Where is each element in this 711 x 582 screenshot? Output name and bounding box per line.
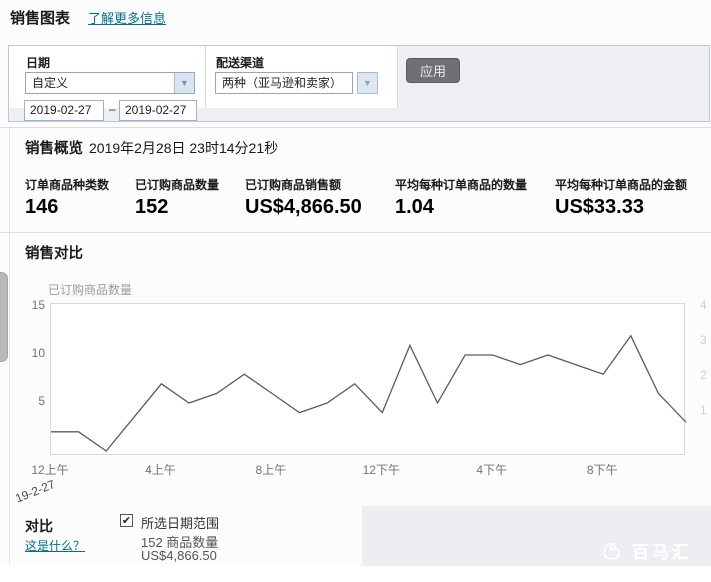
stat-label: 已订购商品数量 xyxy=(135,176,219,193)
stat-ordered-sales: 已订购商品销售额 US$4,866.50 xyxy=(245,176,362,219)
stat-avg-amount: 平均每种订单商品的金额 US$33.33 xyxy=(555,176,687,219)
panel-divider xyxy=(205,46,206,108)
legend-amount: US$4,866.50 xyxy=(141,548,217,563)
chevron-down-icon[interactable]: ▼ xyxy=(174,73,194,93)
stat-order-item-types: 订单商品种类数 146 xyxy=(25,176,109,219)
chevron-down-icon[interactable]: ▼ xyxy=(357,72,378,94)
watermark: 百马汇 xyxy=(600,538,692,563)
x-tick-label: 12下午 xyxy=(363,461,400,478)
watermark-text: 百马汇 xyxy=(632,538,692,563)
x-tick-label: 8下午 xyxy=(587,461,618,478)
y-axis-title: 已订购商品数量 xyxy=(48,281,132,298)
stat-label: 平均每种订单商品的数量 xyxy=(395,176,527,193)
date-preset-dropdown[interactable]: 自定义 ▼ xyxy=(25,72,195,94)
overview-title: 销售概览 xyxy=(25,141,83,157)
apply-button[interactable]: 应用 xyxy=(406,58,460,83)
right-tick-label: 3 xyxy=(700,333,707,347)
date-filter-label: 日期 xyxy=(26,54,50,71)
date-to-input[interactable]: 2019-02-27 xyxy=(119,100,197,121)
overview-timestamp: 2019年2月28日 23时14分21秒 xyxy=(89,140,278,156)
stat-label: 订单商品种类数 xyxy=(25,176,109,193)
x-tick-label: 4上午 xyxy=(145,461,176,478)
stat-value: US$33.33 xyxy=(555,196,687,219)
filter-panel: 日期 自定义 ▼ 2019-02-27 – 2019-02-27 配送渠道 两种… xyxy=(8,45,710,122)
channel-value: 两种（亚马逊和卖家） xyxy=(222,76,342,90)
stat-avg-units: 平均每种订单商品的数量 1.04 xyxy=(395,176,527,219)
comparison-heading: 销售对比 xyxy=(25,242,83,263)
stat-value: US$4,866.50 xyxy=(245,196,362,219)
stat-units-ordered: 已订购商品数量 152 xyxy=(135,176,219,219)
sales-dashboard-screen: 销售图表 了解更多信息 日期 自定义 ▼ 2019-02-27 – 2019-0… xyxy=(0,0,711,582)
stat-label: 已订购商品销售额 xyxy=(245,176,362,193)
date-from-input[interactable]: 2019-02-27 xyxy=(24,100,104,121)
what-is-this-link[interactable]: 这是什么？ xyxy=(25,537,85,554)
legend-series-name: 所选日期范围 xyxy=(141,513,219,532)
page-title: 销售图表 xyxy=(10,7,70,28)
x-axis-date-label: 19-2-27 xyxy=(13,477,57,505)
stat-value: 146 xyxy=(25,196,109,219)
separator xyxy=(0,232,711,233)
stat-value: 1.04 xyxy=(395,196,527,219)
x-tick-label: 12上午 xyxy=(31,461,68,478)
right-tick-label: 4 xyxy=(700,298,707,312)
compare-label: 对比 xyxy=(25,516,53,536)
right-tick-label: 1 xyxy=(700,403,707,417)
date-preset-value: 自定义 xyxy=(32,76,68,90)
floating-share-widget[interactable] xyxy=(0,272,8,362)
sales-line-chart[interactable] xyxy=(50,303,685,455)
bottom-white-strip xyxy=(0,566,711,582)
right-tick-label: 2 xyxy=(700,368,707,382)
baimahui-logo-icon xyxy=(600,539,624,563)
overview-heading: 销售概览 2019年2月28日 23时14分21秒 xyxy=(25,137,278,158)
x-tick-label: 8上午 xyxy=(256,461,287,478)
learn-more-link[interactable]: 了解更多信息 xyxy=(88,8,166,27)
stat-label: 平均每种订单商品的金额 xyxy=(555,176,687,193)
y-tick-label: 5 xyxy=(0,394,45,408)
chart-line-svg xyxy=(51,304,686,456)
date-range-dash: – xyxy=(109,102,116,116)
legend-checkbox[interactable]: ✔ xyxy=(120,514,133,527)
separator xyxy=(0,127,711,128)
stat-value: 152 xyxy=(135,196,219,219)
x-tick-label: 4下午 xyxy=(476,461,507,478)
channel-dropdown[interactable]: 两种（亚马逊和卖家） xyxy=(215,72,353,94)
series-selected-date-range xyxy=(51,336,686,451)
channel-filter-label: 配送渠道 xyxy=(216,54,264,71)
